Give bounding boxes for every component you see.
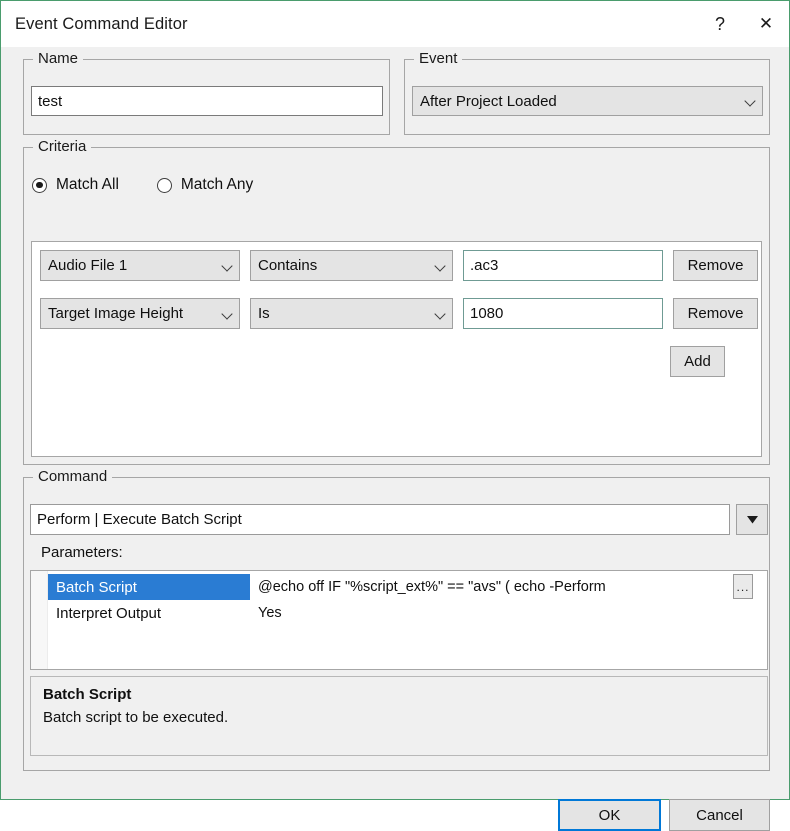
chevron-down-icon bbox=[221, 259, 235, 273]
chevron-down-icon bbox=[744, 94, 758, 108]
cancel-button[interactable]: Cancel bbox=[669, 799, 770, 831]
parameter-browse-button[interactable]: ... bbox=[733, 574, 753, 599]
command-group-legend: Command bbox=[33, 467, 113, 487]
criteria-row: Target Image Height Is 1080 Remove bbox=[40, 298, 758, 329]
criteria-operator-combobox-1[interactable]: Contains bbox=[250, 250, 453, 281]
criteria-list: Audio File 1 Contains .ac3 Remove Target… bbox=[31, 241, 762, 457]
table-row[interactable]: Batch Script @echo off IF "%script_ext%"… bbox=[48, 574, 767, 600]
criteria-value-input-2[interactable]: 1080 bbox=[463, 298, 663, 329]
event-combobox-value: After Project Loaded bbox=[420, 92, 557, 110]
criteria-value-text-1: .ac3 bbox=[470, 257, 499, 274]
criteria-field-combobox-1[interactable]: Audio File 1 bbox=[40, 250, 240, 281]
criteria-group: Criteria Match All Match Any Audio File … bbox=[23, 137, 770, 465]
criteria-remove-button-2[interactable]: Remove bbox=[673, 298, 758, 329]
match-mode-radio-group: Match All Match Any bbox=[32, 176, 291, 194]
parameters-grid: Batch Script @echo off IF "%script_ext%"… bbox=[30, 570, 768, 670]
parameters-label: Parameters: bbox=[41, 544, 123, 561]
criteria-operator-value-1: Contains bbox=[258, 257, 318, 274]
criteria-field-value-2: Target Image Height bbox=[48, 305, 184, 322]
criteria-value-input-1[interactable]: .ac3 bbox=[463, 250, 663, 281]
criteria-field-combobox-2[interactable]: Target Image Height bbox=[40, 298, 240, 329]
criteria-remove-button-1[interactable]: Remove bbox=[673, 250, 758, 281]
chevron-down-icon bbox=[434, 259, 448, 273]
criteria-operator-value-2: Is bbox=[258, 305, 270, 322]
table-row[interactable]: Interpret Output Yes bbox=[48, 600, 767, 626]
criteria-group-legend: Criteria bbox=[33, 137, 92, 157]
radio-dot-icon bbox=[32, 177, 47, 193]
window-title: Event Command Editor bbox=[15, 14, 188, 33]
name-input[interactable]: test bbox=[31, 86, 383, 116]
question-mark-icon: ? bbox=[714, 14, 725, 34]
radio-dot-icon bbox=[156, 177, 172, 193]
criteria-operator-combobox-2[interactable]: Is bbox=[250, 298, 453, 329]
help-button[interactable]: ? bbox=[697, 1, 743, 47]
radio-match-any-label: Match Any bbox=[180, 176, 254, 193]
criteria-value-text-2: 1080 bbox=[470, 305, 504, 322]
parameter-value-batch-script[interactable]: @echo off IF "%script_ext%" == "avs" ( e… bbox=[250, 574, 767, 600]
ok-button[interactable]: OK bbox=[558, 799, 661, 831]
name-group-legend: Name bbox=[33, 49, 84, 69]
description-text: Batch script to be executed. bbox=[43, 709, 229, 726]
title-bar: Event Command Editor ? ✕ bbox=[1, 1, 789, 47]
close-icon: ✕ bbox=[758, 13, 774, 34]
command-field[interactable]: Perform | Execute Batch Script bbox=[30, 504, 730, 535]
event-group-legend: Event bbox=[414, 49, 463, 69]
grid-gutter bbox=[31, 571, 48, 669]
chevron-down-icon bbox=[221, 307, 235, 321]
criteria-field-value-1: Audio File 1 bbox=[48, 257, 128, 274]
parameter-name-batch-script: Batch Script bbox=[48, 574, 250, 600]
criteria-add-button[interactable]: Add bbox=[670, 346, 725, 377]
event-command-editor-dialog: Event Command Editor ? ✕ Name test Event… bbox=[0, 0, 790, 831]
radio-match-any[interactable]: Match Any bbox=[156, 176, 254, 194]
dialog-body: Name test Event After Project Loaded Cri… bbox=[1, 47, 789, 831]
command-field-value: Perform | Execute Batch Script bbox=[37, 511, 242, 528]
event-combobox[interactable]: After Project Loaded bbox=[412, 86, 763, 116]
radio-match-all-label: Match All bbox=[56, 176, 119, 193]
event-group: Event After Project Loaded bbox=[404, 49, 770, 135]
parameter-value-interpret-output[interactable]: Yes bbox=[250, 600, 767, 626]
window-controls: ? ✕ bbox=[697, 1, 789, 47]
command-dropdown-button[interactable] bbox=[736, 504, 768, 535]
close-button[interactable]: ✕ bbox=[743, 1, 789, 47]
radio-match-all[interactable]: Match All bbox=[32, 176, 119, 194]
name-input-value: test bbox=[38, 92, 63, 110]
name-group: Name test bbox=[23, 49, 390, 135]
triangle-down-icon bbox=[746, 515, 758, 523]
parameter-name-interpret-output: Interpret Output bbox=[56, 604, 162, 622]
description-title: Batch Script bbox=[43, 686, 132, 703]
criteria-row: Audio File 1 Contains .ac3 Remove bbox=[40, 250, 758, 281]
parameter-description-panel: Batch Script Batch script to be executed… bbox=[30, 676, 768, 756]
chevron-down-icon bbox=[434, 307, 448, 321]
command-group: Command Perform | Execute Batch Script P… bbox=[23, 467, 770, 771]
